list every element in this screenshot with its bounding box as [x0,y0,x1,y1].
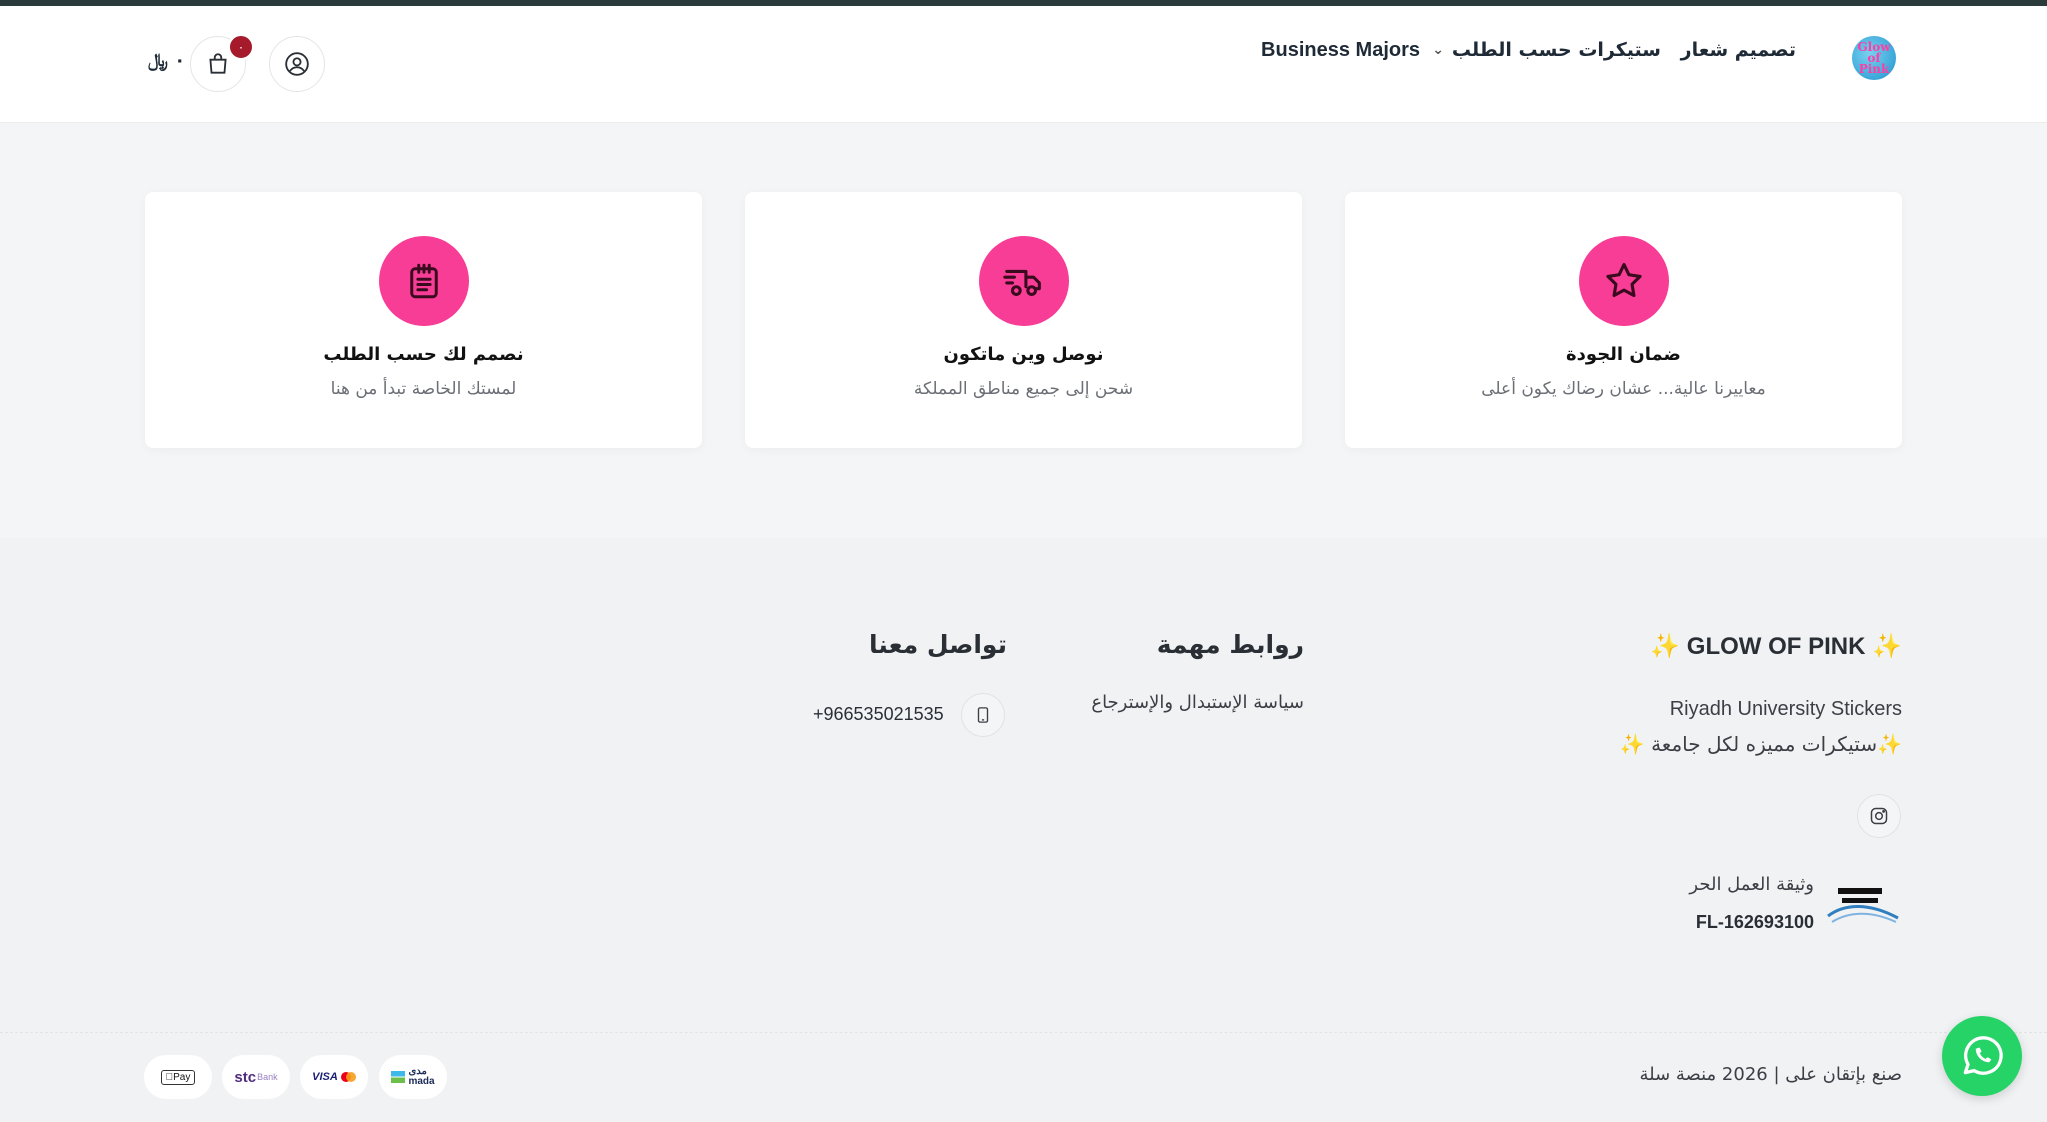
footer-brand-tagline-en: Riyadh University Stickers [1669,698,1902,720]
nav-custom-stickers-label: ستيكرات حسب الطلب [1451,39,1661,61]
footer-links-title: روابط مهمة [1156,630,1304,659]
nav-business-majors[interactable]: Business Majors [1261,30,1420,70]
footer-brand-title: ✨ GLOW OF PINK ✨ [1650,632,1902,661]
whatsapp-icon [1963,1036,2003,1075]
footer-brand-name: GLOW OF PINK [1686,633,1866,660]
site-footer [0,538,2047,1032]
star-icon [1579,236,1669,326]
apple-pay-payment-icon: Pay [144,1055,212,1099]
sparkle-icon: ✨ [1650,633,1681,660]
feature-subtitle: معاييرنا عالية... عشان رضاك يكون أعلى [1481,379,1766,399]
nav-custom-stickers[interactable]: ستيكرات حسب الطلب ⌄ [1432,30,1661,70]
shopping-bag-icon [209,53,227,74]
cart-total: ٠ ﷼ [148,50,186,71]
chevron-down-icon: ⌄ [1432,42,1444,58]
freelance-logo [1827,888,1899,923]
nav-logo-design-label: تصميم شعار [1680,39,1796,61]
feature-card-custom-design: نصمم لك حسب الطلب لمستك الخاصة تبدأ من ه… [145,192,702,448]
feature-card-quality: ضمان الجودة معاييرنا عالية... عشان رضاك … [1345,192,1902,448]
sparkle-icon: ✨ [1619,732,1645,756]
phone-number[interactable]: +966535021535 [813,704,944,725]
footer-brand-tagline-text: ستيكرات مميزه لكل جامعة [1651,732,1878,756]
store-logo[interactable]: Glow of Pink [1852,36,1896,80]
instagram-icon [1870,807,1888,825]
freelance-document-number: FL-162693100 [1695,912,1814,932]
footer-brand-tagline-ar: ✨ستيكرات مميزه لكل جامعة ✨ [1620,732,1902,756]
visa-mastercard-payment-icon: VISA [300,1055,368,1099]
stc-bank-payment-icon: stc Bank [222,1055,290,1099]
delivery-truck-icon [979,236,1069,326]
mobile-phone-icon [977,707,989,723]
mada-payment-icon: مدى mada [379,1055,447,1099]
footer-contact-title: تواصل معنا [869,630,1007,659]
nav-business-majors-label: Business Majors [1261,38,1420,61]
whatsapp-chat-button[interactable] [1942,1016,2022,1096]
feature-card-delivery: نوصل وين ماتكون شحن إلى جميع مناطق الممل… [745,192,1302,448]
nav-logo-design[interactable]: تصميم شعار [1681,30,1796,70]
feature-subtitle: لمستك الخاصة تبدأ من هنا [330,379,517,399]
feature-title: نصمم لك حسب الطلب [323,344,524,365]
cart-count-badge: ٠ [228,34,254,60]
return-policy-link[interactable]: سياسة الإستبدال والإسترجاع [1091,692,1304,713]
feature-title: ضمان الجودة [1566,344,1681,365]
instagram-link[interactable] [1857,794,1901,838]
user-icon [285,52,309,76]
feature-subtitle: شحن إلى جميع مناطق المملكة [913,379,1134,399]
sparkle-icon: ✨ [1877,732,1902,756]
copyright-text: صنع بإتقان على | 2026 منصة سلة [1639,1064,1902,1085]
sparkle-icon: ✨ [1872,633,1902,660]
freelance-document-label: وثيقة العمل الحر [1689,874,1814,895]
phone-link-button[interactable] [961,693,1005,737]
feature-title: نوصل وين ماتكون [943,344,1104,365]
account-button[interactable] [269,36,325,92]
notepad-icon [379,236,469,326]
